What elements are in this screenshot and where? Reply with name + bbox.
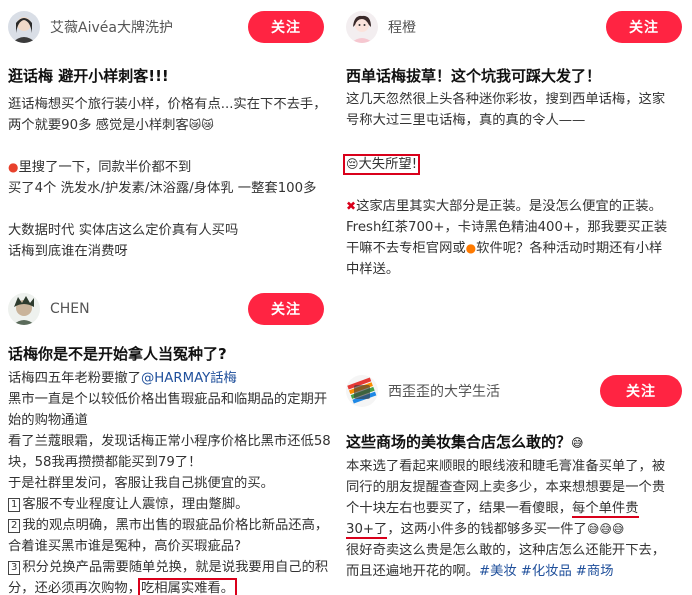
author-name[interactable]: 程橙	[388, 17, 416, 37]
underlined-text: 30+了	[346, 522, 388, 539]
body-line: 块，58我再攒攒都能买到79了！	[8, 455, 202, 470]
body-line: 客服不专业程度让人震惊，理由蹩脚。	[22, 497, 249, 512]
post-card-2[interactable]: 程橙 关注 西单话梅拔草！这个坑我可踩大发了！ 这几天忽然很上头各种迷你彩妆，搜…	[338, 0, 692, 280]
post-card-3[interactable]: CHEN 关注 话梅你是不是开始拿人当冤种了? 话梅四五年老粉要撤了@HARMA…	[0, 282, 335, 595]
body-line: ，这两小件多的钱都够多买一件了	[387, 522, 587, 537]
body-line: 黑市一直是个以较低价格出售瑕疵品和临期品的定期开	[8, 392, 328, 407]
orange-icon: ●	[465, 241, 477, 255]
body-line: 逛话梅想买个旅行装小样，价格有点...实在下不去手，	[8, 97, 327, 112]
post-body: 这几天忽然很上头各种迷你彩妆，搜到西单话梅，这家 号称大过三里屯话梅，真的真的令…	[342, 89, 668, 280]
post-body: 话梅四五年老粉要撤了@HARMAY話梅 黑市一直是个以较低价格出售瑕疵品和临期品…	[8, 368, 331, 595]
body-line: 合着谁买黑市谁是冤种，高价买瑕疵品?	[8, 539, 242, 554]
body-line: 始的购物通道	[8, 413, 88, 428]
author-row: 西歪歪的大学生活	[346, 374, 500, 408]
follow-button[interactable]: 关注	[248, 11, 324, 43]
body-line: 本来选了看起来顺眼的眼线液和睫毛膏准备买单了，被	[346, 459, 666, 474]
post-body: 逛话梅想买个旅行装小样，价格有点...实在下不去手， 两个就要90多 感觉是小样…	[8, 94, 327, 262]
body-line: 两个就要90多 感觉是小样刺客	[8, 118, 189, 133]
crying-face-icon: 😿😿	[188, 118, 214, 132]
body-line: 话梅到底谁在消费呀	[8, 244, 128, 259]
post-title: 话梅你是不是开始拿人当冤种了?	[8, 345, 227, 363]
body-line: Fresh红茶700+，卡诗黑色精油400+，那我要买正装	[346, 220, 668, 235]
post-title: 西单话梅拔草！这个坑我可踩大发了！	[346, 67, 602, 85]
disappointed-face-icon: 😔	[346, 157, 359, 171]
avatar[interactable]	[8, 11, 40, 43]
highlight-box: 😔大失所望!	[342, 154, 421, 175]
body-line: 中样送。	[346, 262, 400, 277]
author-row: CHEN	[8, 292, 90, 326]
body-line: 而且还遍地开花的啊。	[346, 564, 479, 579]
avatar[interactable]	[346, 11, 378, 43]
follow-button[interactable]: 关注	[606, 11, 682, 43]
laughing-face-icon: 😅😅😅	[586, 522, 625, 536]
author-name[interactable]: 艾薇Aivéa大牌洗护	[50, 17, 173, 37]
post-body: 本来选了看起来顺眼的眼线液和睫毛膏准备买单了，被 同行的朋友提醒查查网上卖多少，…	[346, 456, 665, 582]
pill-icon: ●	[8, 160, 19, 174]
body-line: 于是社群里发问，客服让我自己挑便宜的买。	[8, 476, 274, 491]
post-title: 逛话梅 避开小样刺客!!!	[8, 67, 169, 85]
author-name[interactable]: CHEN	[50, 301, 90, 317]
hashtag-link[interactable]: #商场	[576, 564, 614, 579]
author-row: 程橙	[346, 10, 416, 44]
author-row: 艾薇Aivéa大牌洗护	[8, 10, 173, 44]
body-line: 这家店里其实大部分是正装。是没怎么便宜的正装。	[356, 199, 662, 214]
post-title: 这些商场的美妆集合店怎么敢的？😅	[346, 431, 584, 452]
body-line: 里搜了一下，同款半价都不到	[18, 160, 192, 175]
body-line: 同行的朋友提醒查查网上卖多少，本来想想要是一个贵	[346, 480, 666, 495]
cross-mark-icon: ✖	[346, 199, 357, 213]
body-line: 号称大过三里屯话梅，真的真的令人——	[346, 113, 586, 128]
body-line: 分，还必须再次购物，	[8, 581, 141, 595]
body-line: 大数据时代 实体店这么定价真有人买吗	[8, 223, 239, 238]
highlight-box: 吃相属实难看。	[137, 578, 238, 595]
follow-button[interactable]: 关注	[248, 293, 324, 325]
body-line: 这几天忽然很上头各种迷你彩妆，搜到西单话梅，这家	[346, 92, 666, 107]
body-line: 个十块左右也要买了，结果一看傻眼，	[346, 501, 573, 516]
follow-button[interactable]: 关注	[600, 375, 682, 407]
hashtag-link[interactable]: #美妆	[479, 564, 517, 579]
underlined-text: 每个单件贵	[572, 501, 639, 518]
body-line: 软件呢？各种活动时期还有小样	[476, 241, 663, 256]
mention-link[interactable]: @HARMAY話梅	[141, 371, 237, 386]
post-card-1[interactable]: 艾薇Aivéa大牌洗护 关注 逛话梅 避开小样刺客!!! 逛话梅想买个旅行装小样…	[0, 0, 335, 280]
post-title-text: 这些商场的美妆集合店怎么敢的？	[346, 433, 572, 451]
number-badge: 1	[8, 498, 21, 512]
body-line: 很好奇卖这么贵是怎么敢的，这种店怎么还能开下去，	[346, 543, 666, 558]
author-name[interactable]: 西歪歪的大学生活	[388, 381, 500, 401]
crying-laughing-icon: 😅	[571, 436, 584, 450]
body-line: 买了4个 洗发水/护发素/沐浴露/身体乳 一整套100多	[8, 181, 317, 196]
avatar[interactable]	[346, 375, 378, 407]
body-line: 我的观点明确，黑市出售的瑕疵品价格比新品还高，	[22, 518, 329, 533]
post-card-4[interactable]: 西歪歪的大学生活 关注 这些商场的美妆集合店怎么敢的？😅 本来选了看起来顺眼的眼…	[338, 360, 692, 595]
number-badge: 3	[8, 561, 21, 575]
avatar[interactable]	[8, 293, 40, 325]
highlight-text: 大失所望!	[358, 157, 418, 172]
hashtag-link[interactable]: #化妆品	[521, 564, 572, 579]
body-line: 看了兰蔻眼霜，发现话梅正常小程序价格比黑市还低58	[8, 434, 331, 449]
body-line: 话梅四五年老粉要撤了	[8, 371, 141, 386]
number-badge: 2	[8, 519, 21, 533]
body-line: 积分兑换产品需要随单兑换，就是说我要用自己的积	[22, 560, 329, 575]
body-line: 干嘛不去专柜官网或	[346, 241, 466, 256]
